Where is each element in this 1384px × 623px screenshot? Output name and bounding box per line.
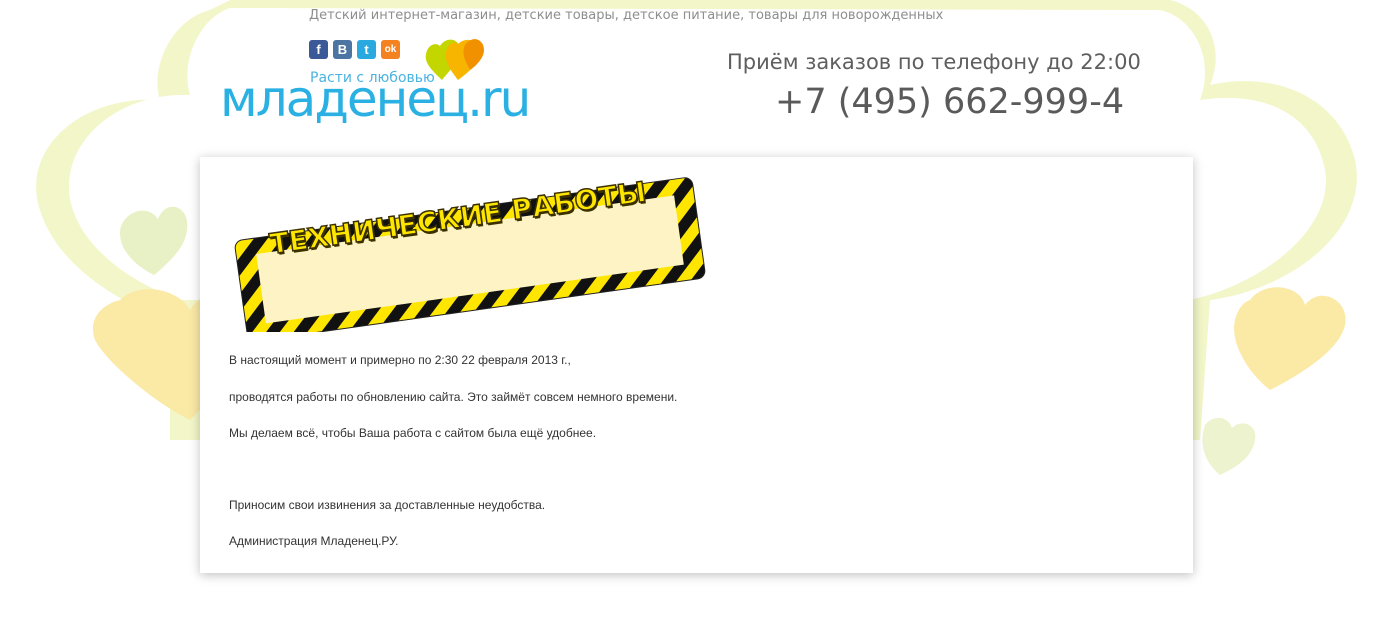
message-line-1: В настоящий момент и примерно по 2:30 22… [229,353,571,367]
message-line-2: проводятся работы по обновлению сайта. Э… [229,390,678,404]
message-apology: Приносим свои извинения за доставленные … [229,498,546,512]
site-logo[interactable]: Расти с любовью младенец.ru [220,36,531,136]
phone-number: +7 (495) 662-999-4 [775,82,1125,122]
order-hours-label: Приём заказов по телефону до 22:00 [727,50,1141,74]
site-tagline: Детский интернет-магазин, детские товары… [309,8,944,23]
logo-text: младенец.ru [220,70,531,128]
maintenance-banner: ТЕХНИЧЕСКИЕ РАБОТЫ [232,172,712,342]
message-signature: Администрация Младенец.РУ. [229,534,399,548]
message-line-3: Мы делаем всё, чтобы Ваша работа с сайто… [229,426,597,440]
